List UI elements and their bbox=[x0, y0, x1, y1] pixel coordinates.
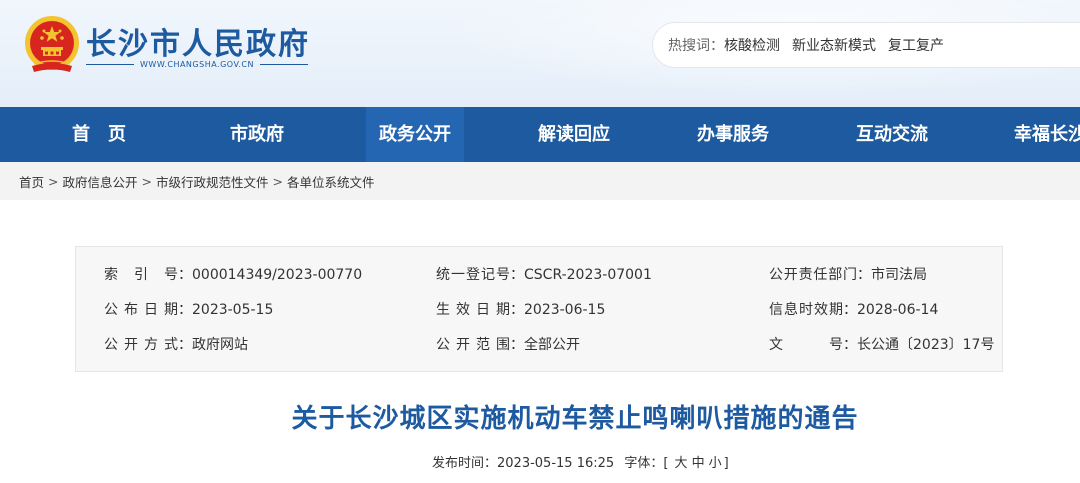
meta-value: 2028-06-14 bbox=[857, 302, 939, 318]
font-size-bracket-open: [ bbox=[663, 456, 669, 471]
publish-info: 发布时间：2023-05-15 16:25 字体：[ 大中小] bbox=[432, 452, 729, 471]
font-size-medium-button[interactable]: 中 bbox=[692, 456, 705, 471]
domain-divider-left bbox=[86, 63, 134, 65]
font-size-large-button[interactable]: 大 bbox=[675, 456, 688, 471]
breadcrumb-item[interactable]: 政府信息公开 bbox=[63, 172, 138, 191]
meta-value: 全部公开 bbox=[524, 337, 580, 353]
font-size-bracket-close: ] bbox=[723, 456, 729, 471]
meta-disclosure-method: 公开方式：政府网站 bbox=[104, 337, 248, 353]
nav-item-services[interactable]: 办事服务 bbox=[697, 107, 769, 162]
site-domain: WWW.CHANGSHA.GOV.CN bbox=[140, 59, 254, 69]
meta-validity-period: 信息时效期：2028-06-14 bbox=[769, 302, 939, 318]
document-title: 关于长沙城区实施机动车禁止鸣喇叭措施的通告 bbox=[291, 404, 859, 434]
hot-search-item[interactable]: 复工复产 bbox=[888, 35, 944, 55]
meta-value: CSCR-2023-07001 bbox=[524, 267, 652, 283]
meta-value: 2023-05-15 bbox=[192, 302, 274, 318]
search-box[interactable]: 热搜词： 核酸检测 新业态新模式 复工复产 bbox=[652, 22, 1080, 68]
main-nav: 首 页 市政府 政务公开 解读回应 办事服务 互动交流 幸福长沙 bbox=[0, 107, 1080, 162]
meta-disclosure-scope: 公 开 范 围：全部公开 bbox=[436, 337, 580, 353]
meta-label: 公 开 范 围 bbox=[436, 337, 510, 353]
meta-registration-number: 统一登记号：CSCR-2023-07001 bbox=[436, 267, 652, 283]
hot-search-item[interactable]: 新业态新模式 bbox=[792, 35, 876, 55]
meta-label: 公开方式 bbox=[104, 337, 178, 353]
meta-value: 000014349/2023-00770 bbox=[192, 267, 363, 283]
nav-item-home[interactable]: 首 页 bbox=[72, 107, 126, 162]
site-domain-row: WWW.CHANGSHA.GOV.CN bbox=[86, 58, 308, 70]
breadcrumb: 首页 > 政府信息公开 > 市级行政规范性文件 > 各单位系统文件 bbox=[0, 162, 1080, 200]
meta-label: 索 引 号 bbox=[104, 267, 178, 283]
publish-time: 2023-05-15 16:25 bbox=[497, 456, 615, 471]
nav-item-city-government[interactable]: 市政府 bbox=[230, 107, 284, 162]
breadcrumb-separator: > bbox=[272, 173, 283, 189]
meta-value: 长公通〔2023〕17号 bbox=[857, 337, 995, 353]
meta-index-number: 索 引 号：000014349/2023-00770 bbox=[104, 267, 363, 283]
domain-divider-right bbox=[260, 63, 308, 65]
meta-responsible-department: 公开责任部门：市司法局 bbox=[769, 267, 927, 283]
meta-label: 统一登记号 bbox=[436, 267, 510, 283]
breadcrumb-item[interactable]: 首页 bbox=[19, 172, 44, 191]
breadcrumb-item[interactable]: 市级行政规范性文件 bbox=[156, 172, 269, 191]
font-size-label: 字体： bbox=[624, 456, 664, 471]
meta-value: 政府网站 bbox=[192, 337, 248, 353]
site-name[interactable]: 长沙市人民政府 bbox=[86, 19, 310, 63]
nav-item-interaction[interactable]: 互动交流 bbox=[856, 107, 928, 162]
meta-value: 2023-06-15 bbox=[524, 302, 606, 318]
meta-effective-date: 生 效 日 期：2023-06-15 bbox=[436, 302, 606, 318]
meta-label: 生 效 日 期 bbox=[436, 302, 510, 318]
site-header: 长沙市人民政府 WWW.CHANGSHA.GOV.CN 热搜词： 核酸检测 新业… bbox=[0, 0, 1080, 107]
meta-label: 公布日期 bbox=[104, 302, 178, 318]
font-size-small-button[interactable]: 小 bbox=[709, 456, 722, 471]
meta-label: 信息时效期 bbox=[769, 302, 843, 318]
meta-label: 文 号 bbox=[769, 337, 843, 353]
breadcrumb-item[interactable]: 各单位系统文件 bbox=[287, 172, 375, 191]
meta-publish-date: 公布日期：2023-05-15 bbox=[104, 302, 274, 318]
meta-label: 公开责任部门 bbox=[769, 267, 857, 283]
breadcrumb-separator: > bbox=[48, 173, 59, 189]
hot-search-item[interactable]: 核酸检测 bbox=[724, 35, 780, 55]
hot-search-label: 热搜词： bbox=[668, 38, 724, 54]
meta-value: 市司法局 bbox=[871, 267, 927, 283]
national-emblem-icon[interactable] bbox=[22, 14, 82, 76]
nav-item-government-affairs[interactable]: 政务公开 bbox=[366, 107, 464, 162]
breadcrumb-separator: > bbox=[141, 173, 152, 189]
document-metadata-panel: 索 引 号：000014349/2023-00770 统一登记号：CSCR-20… bbox=[75, 246, 1003, 372]
meta-document-number: 文 号：长公通〔2023〕17号 bbox=[769, 337, 995, 353]
nav-item-happy-changsha[interactable]: 幸福长沙 bbox=[1014, 107, 1080, 162]
publish-time-label: 发布时间： bbox=[432, 456, 498, 471]
nav-item-interpretation[interactable]: 解读回应 bbox=[538, 107, 610, 162]
